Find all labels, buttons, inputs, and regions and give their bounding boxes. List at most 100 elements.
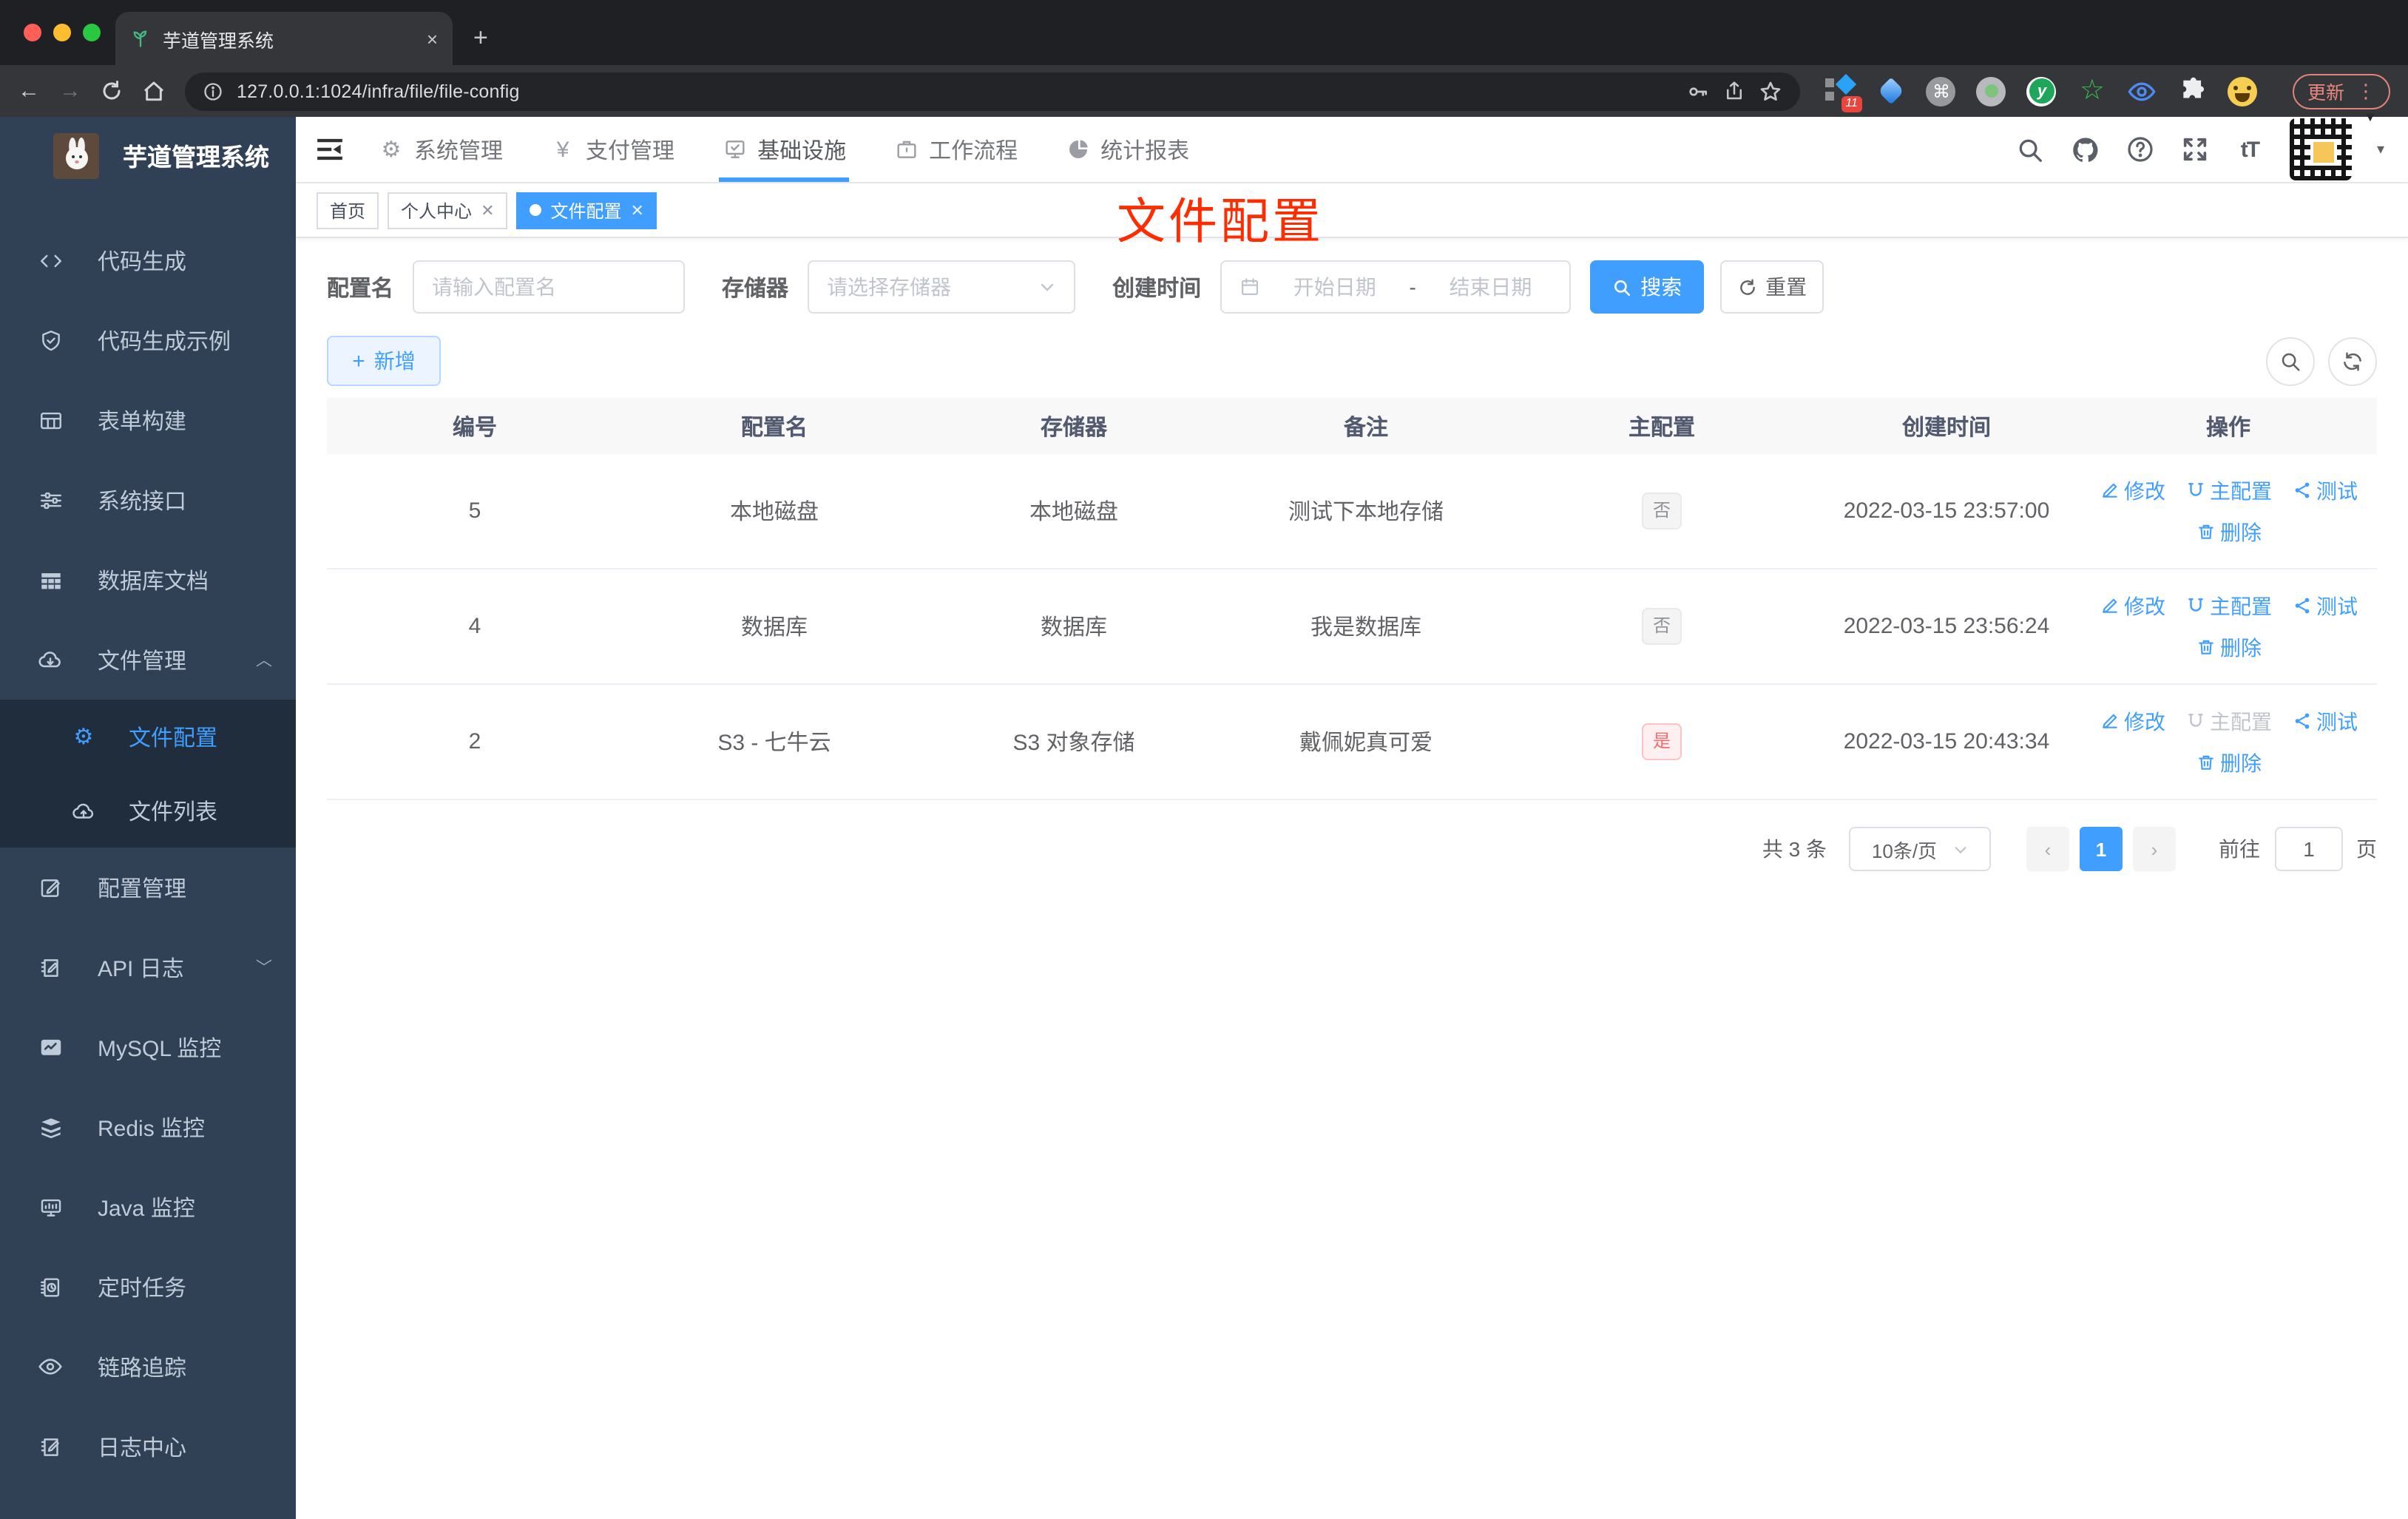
site-info-icon[interactable] [203, 81, 223, 101]
home-icon[interactable] [142, 79, 166, 103]
date-range-picker[interactable]: 开始日期 - 结束日期 [1220, 260, 1572, 314]
search-icon[interactable] [2016, 135, 2046, 164]
storage-select[interactable]: 请选择存储器 [808, 260, 1076, 314]
sidebar-item-code-gen[interactable]: 代码生成 [0, 220, 296, 300]
sidebar-item-log-center[interactable]: 日志中心 [0, 1407, 296, 1486]
goto-page-input[interactable] [2275, 827, 2343, 871]
nav-payment-mgmt[interactable]: ¥ 支付管理 [550, 117, 674, 182]
avatar-caret-icon[interactable]: ▾ [2377, 141, 2384, 158]
sidebar-item-file-config[interactable]: ⚙ 文件配置 [0, 700, 296, 774]
page-size-select[interactable]: 10条/页 [1849, 827, 1991, 871]
nav-infrastructure[interactable]: 基础设施 [719, 117, 850, 182]
date-start-placeholder[interactable]: 开始日期 [1274, 272, 1396, 302]
close-window-button[interactable] [24, 24, 41, 41]
edit-link[interactable]: 修改 [2099, 476, 2165, 505]
browser-update-button[interactable]: 更新 ⋮ [2292, 73, 2390, 109]
edit-link[interactable]: 修改 [2099, 706, 2165, 736]
reload-icon[interactable] [101, 80, 123, 102]
logo-rabbit-image [53, 132, 99, 178]
forward-icon[interactable]: → [59, 80, 81, 102]
extension-y-icon[interactable]: y [2026, 75, 2057, 106]
master-config-link[interactable]: 主配置 [2185, 591, 2272, 620]
sidebar-item-config-mgmt[interactable]: 配置管理 [0, 848, 296, 927]
prev-page-button[interactable]: ‹ [2026, 827, 2069, 871]
sidebar-logo[interactable]: 芋道管理系统 [0, 117, 296, 194]
col-master: 主配置 [1628, 415, 1695, 440]
sidebar-item-db-doc[interactable]: 数据库文档 [0, 540, 296, 620]
extension-eye-icon[interactable] [2127, 75, 2158, 106]
refresh-table-button[interactable] [2328, 336, 2377, 385]
browser-menu-icon[interactable]: ⋮ [2356, 79, 2375, 103]
github-icon[interactable] [2071, 135, 2100, 164]
fullscreen-icon[interactable] [2180, 135, 2210, 164]
extension-star-icon[interactable]: ☆ [2077, 75, 2108, 106]
sidebar-item-redis-monitor[interactable]: Redis 监控 [0, 1087, 296, 1167]
test-link[interactable]: 测试 [2291, 591, 2358, 620]
sidebar-item-api-log[interactable]: API 日志 ﹀ [0, 927, 296, 1007]
user-avatar-qr[interactable] [2289, 118, 2352, 180]
sidebar-item-file-list[interactable]: 文件列表 [0, 774, 296, 848]
sidebar-item-label: 日志中心 [98, 1435, 187, 1461]
filter-form: 配置名 请输入配置名 存储器 请选择存储器 创建时间 开始日期 - 结束日期 搜… [327, 260, 2377, 314]
tag-profile[interactable]: 个人中心 ✕ [388, 192, 508, 229]
sidebar-item-label: 代码生成 [98, 249, 187, 274]
close-icon[interactable]: ✕ [631, 200, 644, 220]
collapse-sidebar-icon[interactable] [314, 133, 346, 166]
password-key-icon[interactable] [1686, 79, 1710, 103]
extension-gray-dot-icon[interactable] [1976, 75, 2007, 106]
sidebar-item-java-monitor[interactable]: Java 监控 [0, 1167, 296, 1247]
delete-link[interactable]: 删除 [2195, 748, 2262, 777]
minimize-window-button[interactable] [53, 24, 71, 41]
extension-badge-count: 11 [1841, 96, 1862, 112]
url-bar[interactable]: 127.0.0.1:1024/infra/file/file-config [185, 72, 1800, 110]
macos-traffic-lights[interactable] [24, 24, 101, 41]
tag-home[interactable]: 首页 [317, 192, 379, 229]
nav-system-mgmt[interactable]: ⚙ 系统管理 [379, 117, 504, 182]
sidebar-item-form-builder[interactable]: 表单构建 [0, 380, 296, 460]
current-page-button[interactable]: 1 [2080, 827, 2123, 871]
browser-tab[interactable]: 芋道管理系统 × [115, 12, 453, 65]
page-size-value: 10条/页 [1871, 839, 1938, 862]
tag-file-config[interactable]: 文件配置 ✕ [516, 192, 657, 229]
master-config-link[interactable]: 主配置 [2185, 476, 2272, 505]
delete-link[interactable]: 删除 [2195, 632, 2262, 662]
sidebar-item-code-demo[interactable]: 代码生成示例 [0, 300, 296, 380]
help-icon[interactable] [2125, 135, 2155, 164]
sidebar-item-tracing[interactable]: 链路追踪 [0, 1327, 296, 1407]
next-page-button[interactable]: › [2133, 827, 2176, 871]
config-name-input[interactable]: 请输入配置名 [413, 260, 686, 314]
shield-check-icon [37, 327, 64, 353]
test-link[interactable]: 测试 [2291, 706, 2358, 736]
sidebar-item-system-api[interactable]: 系统接口 [0, 460, 296, 540]
extensions-puzzle-icon[interactable] [2177, 75, 2208, 106]
share-nodes-icon [2291, 480, 2312, 501]
delete-link[interactable]: 删除 [2195, 517, 2262, 547]
url-text[interactable]: 127.0.0.1:1024/infra/file/file-config [237, 81, 1673, 101]
new-tab-button[interactable]: + [473, 24, 488, 53]
edit-link[interactable]: 修改 [2099, 591, 2165, 620]
nav-statistics[interactable]: 统计报表 [1065, 117, 1189, 182]
test-link[interactable]: 测试 [2291, 476, 2358, 505]
extension-command-icon[interactable]: ⌘ [1926, 75, 1957, 106]
sidebar-item-scheduled-jobs[interactable]: 定时任务 [0, 1247, 296, 1327]
add-button[interactable]: + 新增 [327, 336, 441, 386]
sidebar-item-file-mgmt[interactable]: 文件管理 ︿ [0, 620, 296, 700]
bookmark-star-icon[interactable] [1759, 79, 1782, 103]
close-icon[interactable]: ✕ [481, 200, 494, 220]
sidebar-item-label: 代码生成示例 [98, 329, 231, 354]
show-search-button[interactable] [2266, 336, 2315, 385]
reset-button[interactable]: 重置 [1720, 260, 1824, 314]
extension-grid-diamond-icon[interactable]: 11 [1824, 73, 1862, 112]
zoom-window-button[interactable] [83, 24, 101, 41]
nav-label: 支付管理 [586, 138, 675, 163]
back-icon[interactable]: ← [18, 80, 40, 102]
share-icon[interactable] [1723, 80, 1745, 102]
search-button[interactable]: 搜索 [1590, 260, 1705, 314]
profile-avatar-emoji[interactable] [2228, 75, 2259, 106]
nav-workflow[interactable]: 工作流程 [893, 117, 1018, 182]
tab-close-icon[interactable]: × [427, 27, 438, 50]
extension-kite-icon[interactable] [1876, 75, 1907, 106]
sidebar-item-mysql-monitor[interactable]: MySQL 监控 [0, 1007, 296, 1087]
font-size-icon[interactable]: tT [2235, 135, 2265, 164]
date-end-placeholder[interactable]: 结束日期 [1430, 272, 1552, 302]
